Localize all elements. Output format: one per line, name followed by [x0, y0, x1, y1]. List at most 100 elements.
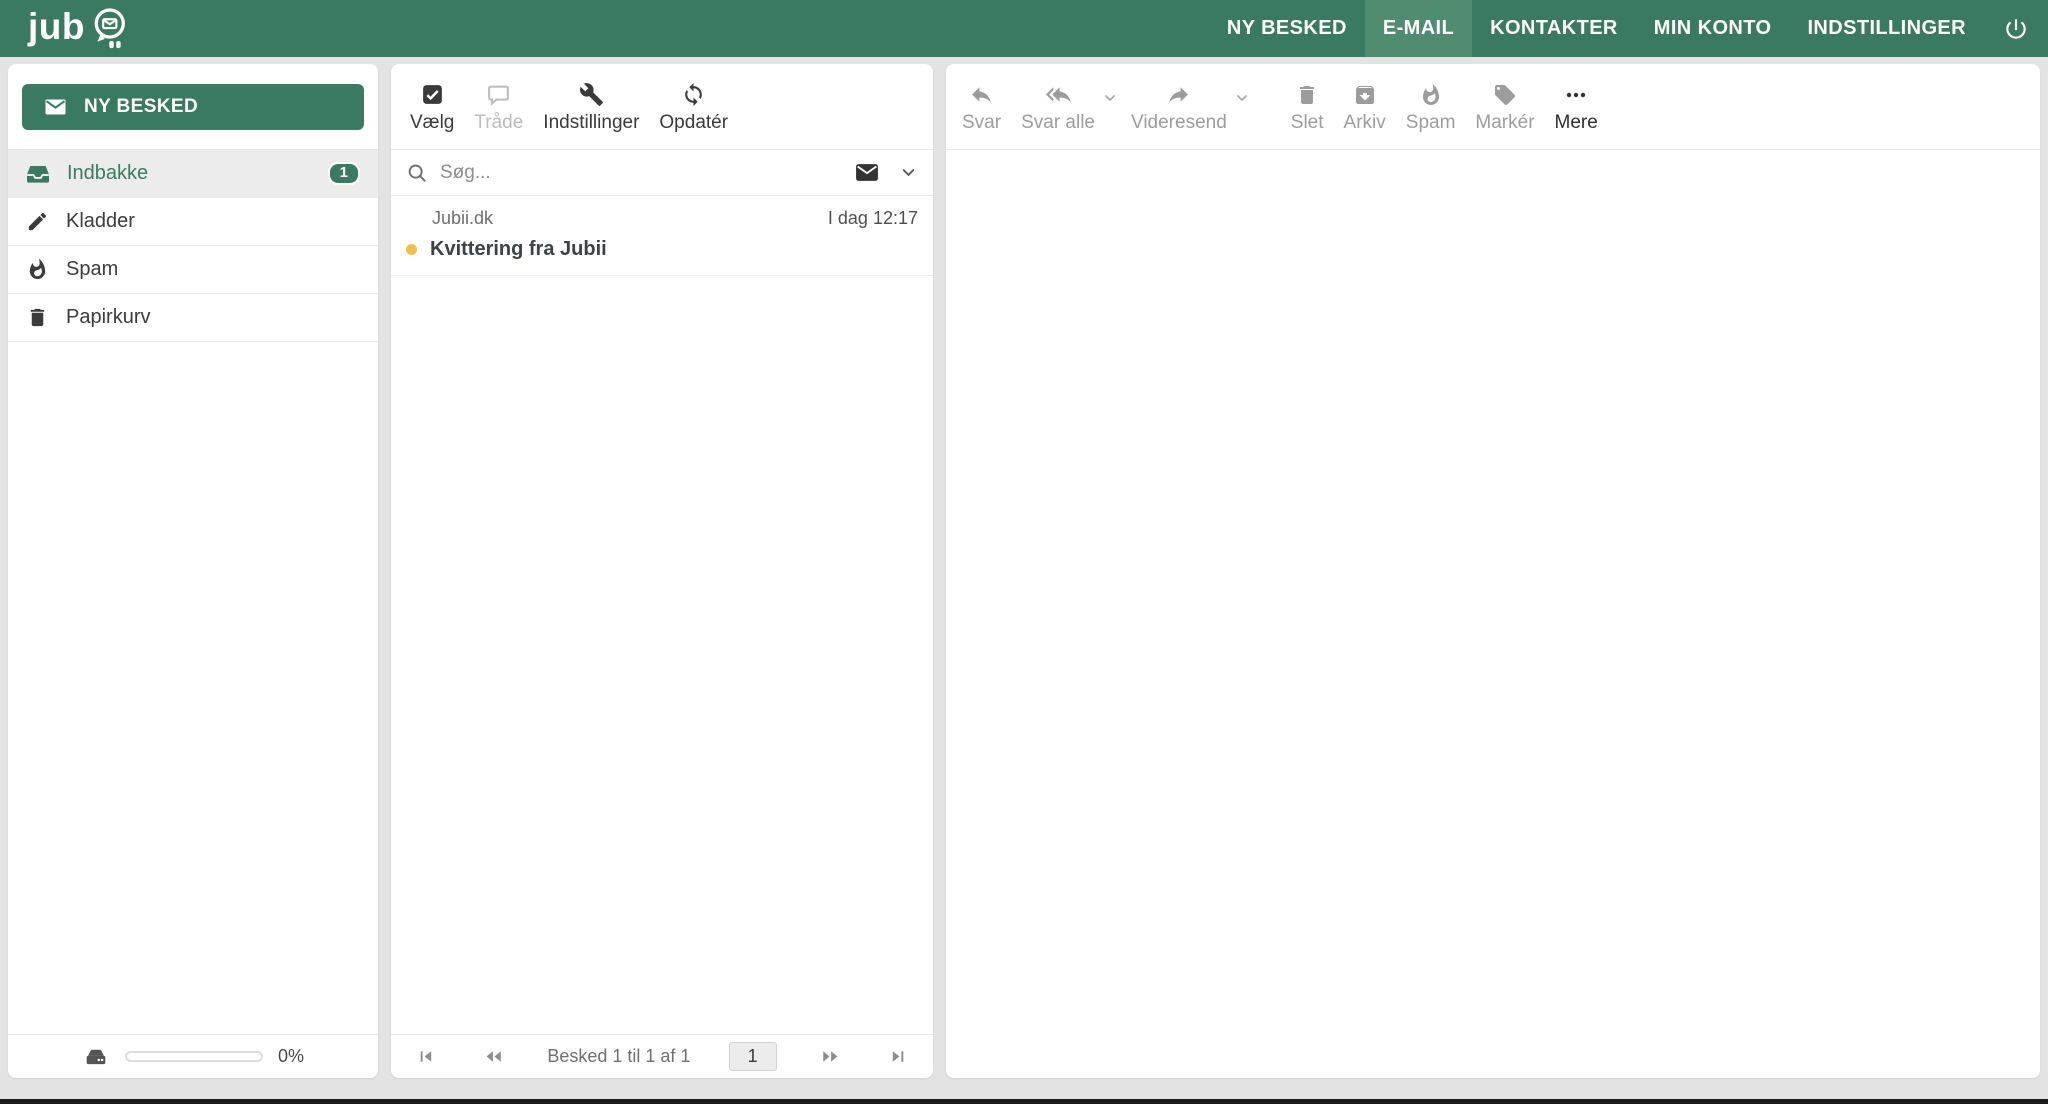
list-settings-button[interactable]: Indstillinger: [533, 80, 649, 134]
logo-text: jub: [28, 8, 85, 49]
search-input[interactable]: [440, 162, 841, 184]
reply-all-menu-button[interactable]: [1099, 90, 1121, 106]
nav-min-konto[interactable]: MIN KONTO: [1636, 0, 1790, 57]
storage-quota: 0%: [8, 1034, 378, 1078]
last-page-icon: [888, 1046, 909, 1067]
power-icon: [2003, 16, 2029, 42]
more-label: Mere: [1555, 112, 1598, 134]
archive-label: Arkiv: [1344, 112, 1386, 134]
fire-icon: [26, 258, 49, 281]
chevron-down-icon: [1102, 90, 1118, 106]
mark-button[interactable]: Markér: [1465, 80, 1544, 134]
message-date: I dag 12:17: [828, 208, 918, 229]
reply-all-icon: [1044, 80, 1073, 107]
folder-label: Indbakke: [67, 162, 148, 185]
tag-icon: [1493, 80, 1517, 107]
screen-bottom-edge: [0, 1099, 2048, 1104]
forward-button[interactable]: Videresend: [1121, 80, 1237, 134]
chevron-down-icon: [899, 163, 918, 182]
jubii-logo[interactable]: jub: [28, 7, 130, 51]
next-page-button[interactable]: [815, 1044, 846, 1069]
select-label: Vælg: [410, 112, 454, 134]
delete-button[interactable]: Slet: [1281, 80, 1334, 134]
message-list-item[interactable]: Jubii.dk I dag 12:17 Kvittering fra Jubi…: [391, 196, 933, 276]
page-number-input[interactable]: [729, 1042, 777, 1071]
message-list-panel: Vælg Tråde Indstillinger: [391, 64, 933, 1078]
archive-icon: [1353, 80, 1377, 107]
inbox-icon: [26, 162, 50, 186]
folder-panel: NY BESKED Indbakke 1 Kladder: [8, 64, 378, 1078]
reply-label: Svar: [962, 112, 1001, 134]
chevron-down-icon: [1234, 90, 1250, 106]
sidebar-item-kladder[interactable]: Kladder: [8, 198, 378, 246]
logout-button[interactable]: [1984, 0, 2048, 57]
next-page-icon: [819, 1046, 842, 1067]
storage-percent: 0%: [278, 1046, 304, 1067]
disk-icon: [82, 1044, 110, 1070]
list-settings-label: Indstillinger: [543, 112, 639, 134]
sidebar-item-indbakke[interactable]: Indbakke 1: [8, 150, 378, 198]
chat-bubble-icon: [486, 80, 511, 107]
folder-label: Kladder: [66, 210, 135, 233]
fire-icon: [1419, 80, 1443, 107]
search-bar: [391, 150, 933, 196]
previous-page-icon: [482, 1046, 505, 1067]
trash-icon: [26, 306, 49, 329]
nav-indstillinger[interactable]: INDSTILLINGER: [1789, 0, 1984, 57]
checkbox-checked-icon: [420, 80, 445, 107]
spam-label: Spam: [1406, 112, 1456, 134]
threads-button[interactable]: Tråde: [464, 80, 533, 134]
forward-icon: [1165, 80, 1192, 107]
delete-label: Slet: [1291, 112, 1324, 134]
folder-label: Spam: [66, 258, 118, 281]
select-button[interactable]: Vælg: [400, 80, 464, 134]
sidebar-item-spam[interactable]: Spam: [8, 246, 378, 294]
message-view-panel: Svar Svar alle: [946, 64, 2040, 1078]
more-button[interactable]: Mere: [1545, 80, 1608, 134]
reply-icon: [968, 80, 995, 107]
message-content-area: [946, 150, 2040, 1078]
trash-icon: [1295, 80, 1319, 107]
forward-label: Videresend: [1131, 112, 1227, 134]
mail-filled-icon: [853, 160, 881, 185]
message-subject: Kvittering fra Jubii: [430, 238, 607, 261]
envelope-icon: [42, 95, 69, 119]
message-row-subject: Kvittering fra Jubii: [406, 238, 918, 261]
search-icon: [406, 162, 428, 184]
wrench-icon: [579, 80, 604, 107]
list-toolbar: Vælg Tråde Indstillinger: [391, 64, 933, 150]
first-page-icon: [415, 1046, 436, 1067]
unread-dot-icon: [406, 244, 417, 255]
spam-button[interactable]: Spam: [1396, 80, 1466, 134]
sidebar-item-papirkurv[interactable]: Papirkurv: [8, 294, 378, 342]
main-area: NY BESKED Indbakke 1 Kladder: [8, 64, 2040, 1078]
compose-button[interactable]: NY BESKED: [22, 84, 364, 130]
threads-label: Tråde: [474, 112, 523, 134]
reply-button[interactable]: Svar: [952, 80, 1011, 134]
archive-button[interactable]: Arkiv: [1334, 80, 1396, 134]
top-bar: jub NY BESKED E-MAIL KONTAKTER MIN KONTO…: [0, 0, 2048, 57]
folder-label: Papirkurv: [66, 306, 150, 329]
nav-kontakter[interactable]: KONTAKTER: [1472, 0, 1636, 57]
reply-all-label: Svar alle: [1021, 112, 1095, 134]
pagination-bar: Besked 1 til 1 af 1: [391, 1034, 933, 1078]
message-toolbar: Svar Svar alle: [946, 64, 2040, 150]
previous-page-button[interactable]: [478, 1044, 509, 1069]
search-options-button[interactable]: [899, 163, 918, 182]
mark-label: Markér: [1475, 112, 1534, 134]
forward-menu-button[interactable]: [1231, 90, 1253, 106]
pagination-status: Besked 1 til 1 af 1: [547, 1046, 690, 1067]
pencil-icon: [26, 210, 49, 233]
message-sender: Jubii.dk: [432, 208, 493, 229]
logo-bubble-envelope-icon: [88, 7, 130, 51]
reply-all-button[interactable]: Svar alle: [1011, 80, 1105, 134]
refresh-label: Opdatér: [659, 112, 728, 134]
nav-e-mail[interactable]: E-MAIL: [1365, 0, 1472, 57]
last-page-button[interactable]: [884, 1044, 913, 1069]
compose-area: NY BESKED: [8, 64, 378, 150]
first-page-button[interactable]: [411, 1044, 440, 1069]
storage-meter: [125, 1051, 263, 1062]
search-scope-mail-button[interactable]: [853, 160, 881, 185]
refresh-button[interactable]: Opdatér: [649, 80, 738, 134]
nav-ny-besked[interactable]: NY BESKED: [1209, 0, 1365, 57]
